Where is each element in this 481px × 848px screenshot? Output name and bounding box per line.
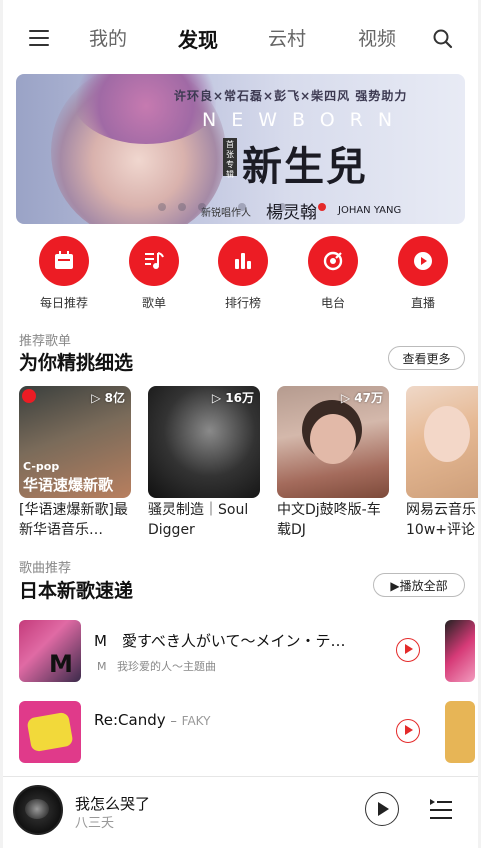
calendar-icon xyxy=(39,236,89,286)
banner-album-tag: 首张专辑 xyxy=(223,138,237,179)
quick-charts[interactable]: 排行榜 xyxy=(203,236,283,311)
song-sub-text: 我珍爱的人～主题曲 xyxy=(117,660,216,673)
bar-chart-icon xyxy=(218,236,268,286)
song-sub-tag: M xyxy=(97,660,107,673)
tab-community[interactable]: 云村 xyxy=(268,24,306,51)
cover-sticker xyxy=(26,711,74,753)
netease-logo-icon xyxy=(22,389,36,403)
section-subtitle: 歌曲推荐 xyxy=(19,561,72,576)
section-title: 日本新歌速递 xyxy=(19,580,134,602)
song-dash: – xyxy=(170,714,177,729)
quick-label: 排行榜 xyxy=(224,296,261,310)
player-play-button[interactable] xyxy=(365,792,399,826)
play-count: ▷ 47万 xyxy=(340,391,383,405)
cover-figure-face xyxy=(310,414,356,464)
next-song-cover-peek[interactable] xyxy=(445,620,475,682)
promo-banner[interactable]: 许环良×常石磊×彭飞×柴四风 强势助力 NEWBORN 首张专辑 新生兒 新锐唱… xyxy=(16,74,465,224)
playlist-queue-icon[interactable] xyxy=(428,797,454,821)
cover-caption: 华语速爆新歌 xyxy=(23,476,114,494)
banner-dot[interactable] xyxy=(238,203,246,211)
cover-tag: C-pop xyxy=(23,460,60,473)
live-play-icon xyxy=(398,236,448,286)
banner-album-title: 新生兒 xyxy=(242,144,368,190)
banner-dot[interactable] xyxy=(178,203,186,211)
play-all-label: 播放全部 xyxy=(399,579,448,593)
playlist-cover: ▷ 8亿 C-pop 华语速爆新歌 xyxy=(19,386,131,498)
playlist-card[interactable]: 网易云音乐10w+评论 xyxy=(406,386,478,540)
quick-playlist[interactable]: 歌单 xyxy=(114,236,194,311)
song-title: Re:Candy xyxy=(94,711,166,729)
banner-dot[interactable] xyxy=(278,203,286,211)
player-song-title: 我怎么哭了 xyxy=(75,795,151,813)
playlist-title: [华语速爆新歌]最新华语音乐… xyxy=(19,502,128,538)
radio-icon xyxy=(308,236,358,286)
section-subtitle: 推荐歌单 xyxy=(19,334,72,349)
quick-radio[interactable]: 电台 xyxy=(293,236,373,311)
player-cover-art[interactable] xyxy=(13,785,63,835)
playlist-cover: ▷ 16万 xyxy=(148,386,260,498)
playlist-card[interactable]: ▷ 47万 中文Dj鼓咚版-车载DJ xyxy=(277,386,389,540)
song-title-line: Re:Candy – FAKY xyxy=(94,711,374,729)
song-play-button[interactable] xyxy=(396,638,420,662)
next-song-cover-peek[interactable] xyxy=(445,701,475,763)
quick-label: 直播 xyxy=(410,296,435,310)
top-nav: 我的 发现 云村 视频 xyxy=(3,18,478,60)
playlist-card[interactable]: ▷ 16万 骚灵制造｜Soul Digger xyxy=(148,386,260,540)
play-count: ▷ 8亿 xyxy=(91,391,125,405)
banner-dot-active[interactable] xyxy=(318,203,326,211)
section-title: 为你精挑细选 xyxy=(19,352,134,374)
view-more-button[interactable]: 查看更多 xyxy=(388,346,465,370)
cover-figure-face xyxy=(424,406,470,462)
search-icon[interactable] xyxy=(432,28,454,50)
banner-dot[interactable] xyxy=(198,203,206,211)
play-icon: ▶ xyxy=(390,579,400,593)
quick-label: 每日推荐 xyxy=(39,296,88,310)
playlist-title: 网易云音乐10w+评论 xyxy=(406,502,476,538)
song-row[interactable]: Re:Candy – FAKY xyxy=(19,701,475,765)
banner-artist-name-en: JOHAN YANG xyxy=(338,205,402,216)
tab-discover[interactable]: 发现 xyxy=(178,24,218,53)
banner-newborn-text: NEWBORN xyxy=(202,109,408,131)
playlist-note-icon xyxy=(129,236,179,286)
mini-player[interactable]: 我怎么哭了 八三夭 xyxy=(3,776,478,848)
tab-mine[interactable]: 我的 xyxy=(89,24,127,51)
hamburger-menu-icon[interactable] xyxy=(29,30,49,46)
banner-dot[interactable] xyxy=(158,203,166,211)
song-subtitle: M 我珍爱的人～主题曲 xyxy=(97,658,216,674)
quick-label: 歌单 xyxy=(141,296,166,310)
banner-artist-name: 楊灵翰 xyxy=(266,203,317,223)
playlist-title: 中文Dj鼓咚版-车载DJ xyxy=(277,502,381,538)
playlist-card[interactable]: ▷ 8亿 C-pop 华语速爆新歌 [华语速爆新歌]最新华语音乐… xyxy=(19,386,131,540)
song-play-button[interactable] xyxy=(396,719,420,743)
playlist-cover: ▷ 47万 xyxy=(277,386,389,498)
quick-label: 电台 xyxy=(320,296,345,310)
quick-live[interactable]: 直播 xyxy=(383,236,463,311)
song-title: M 愛すべき人がいて～メイン・テ… xyxy=(94,632,346,650)
play-count: ▷ 16万 xyxy=(211,391,254,405)
song-cover xyxy=(19,701,81,763)
player-artist: 八三夭 xyxy=(75,816,115,831)
play-all-button[interactable]: ▶播放全部 xyxy=(373,573,465,597)
cover-letter: M xyxy=(49,650,73,678)
tab-video[interactable]: 视频 xyxy=(358,24,396,51)
playlist-title: 骚灵制造｜Soul Digger xyxy=(148,502,249,538)
cover-figure xyxy=(25,799,49,819)
quick-daily-recommend[interactable]: 每日推荐 xyxy=(24,236,104,311)
banner-supporters: 许环良×常石磊×彭飞×柴四风 强势助力 xyxy=(174,89,408,103)
song-artist: FAKY xyxy=(181,714,211,728)
song-cover: M xyxy=(19,620,81,682)
app-root: 我的 发现 云村 视频 许环良×常石磊×彭飞×柴四风 强势助力 NEWBORN … xyxy=(3,0,478,848)
playlist-cover xyxy=(406,386,478,498)
song-row[interactable]: M M 愛すべき人がいて～メイン・テ… M 我珍爱的人～主题曲 xyxy=(19,620,475,684)
